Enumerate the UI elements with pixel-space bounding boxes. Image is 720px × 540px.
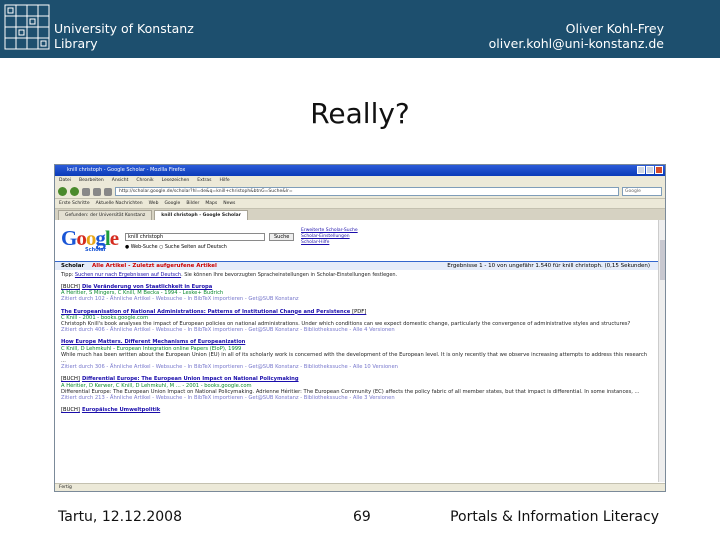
menu-item-file[interactable]: Datei: [59, 176, 71, 185]
result-tag: [BUCH]: [61, 376, 80, 383]
article-filter[interactable]: Alle Artikel - Zuletzt aufgerufene Artik…: [92, 263, 217, 269]
result-tag: [BUCH]: [61, 407, 80, 414]
result-links[interactable]: Zitiert durch 102 - Ähnliche Artikel - W…: [61, 296, 653, 302]
menu-item-help[interactable]: Hilfe: [219, 176, 229, 185]
list-item: The Europeanisation of National Administ…: [61, 309, 653, 334]
scholar-search-button[interactable]: Suche: [269, 233, 295, 241]
search-scope-options[interactable]: ● Web-Suche ○ Suche Seiten auf Deutsch: [125, 245, 227, 250]
menu-item-tools[interactable]: Extras: [197, 176, 211, 185]
back-icon[interactable]: [58, 187, 67, 196]
reload-icon[interactable]: [82, 187, 90, 196]
result-bar-label: Scholar: [61, 263, 85, 269]
forward-icon[interactable]: [70, 187, 79, 196]
browser-titlebar: knill christoph - Google Scholar - Mozil…: [55, 165, 665, 176]
tab-university[interactable]: Gefunden: der Universität Konstanz: [58, 210, 153, 220]
result-links[interactable]: Zitiert durch 306 - Ähnliche Artikel - W…: [61, 364, 653, 370]
page-content: Google Scholar knill christoph Suche ● W…: [55, 220, 665, 482]
university-line-1: University of Konstanz: [54, 21, 194, 36]
browser-screenshot: knill christoph - Google Scholar - Mozil…: [54, 164, 666, 492]
menu-item-edit[interactable]: Bearbeiten: [79, 176, 104, 185]
minimize-icon[interactable]: [637, 166, 645, 174]
bookmark-item[interactable]: News: [223, 199, 235, 208]
tip-text: . Sie können Ihre bevorzugten Spracheins…: [181, 272, 398, 278]
page-scrollbar[interactable]: [658, 220, 665, 482]
header-band: University of Konstanz Library Oliver Ko…: [0, 0, 720, 58]
footer-course-title: Portals & Information Literacy: [450, 509, 659, 525]
browser-tabs: Gefunden: der Universität Konstanz knill…: [55, 209, 665, 220]
result-tag: [PDF]: [352, 308, 367, 315]
list-item: [BUCH] Differential Europe: The European …: [61, 376, 653, 401]
window-buttons: [637, 166, 663, 174]
scrollbar-thumb[interactable]: [660, 240, 665, 280]
scholar-logo-label: Scholar: [85, 247, 107, 253]
list-item: How Europe Matters. Different Mechanisms…: [61, 339, 653, 370]
scholar-help-link[interactable]: Scholar-Hilfe: [301, 240, 358, 246]
url-bar[interactable]: http://scholar.google.de/scholar?hl=de&q…: [115, 187, 619, 196]
result-links[interactable]: Zitiert durch 406 - Ähnliche Artikel - W…: [61, 327, 653, 333]
slide-title: Really?: [310, 97, 410, 130]
author-email: oliver.kohl@uni-konstanz.de: [488, 36, 664, 51]
bookmark-item[interactable]: Maps: [205, 199, 217, 208]
menu-item-view[interactable]: Ansicht: [112, 176, 129, 185]
result-snippet: While much has been written about the Eu…: [61, 351, 648, 365]
stop-icon[interactable]: [93, 187, 101, 196]
bookmark-item[interactable]: Bilder: [186, 199, 199, 208]
home-icon[interactable]: [104, 187, 112, 196]
author-info: Oliver Kohl-Frey oliver.kohl@uni-konstan…: [489, 21, 664, 51]
result-bar: Scholar Alle Artikel - Zuletzt aufgerufe…: [55, 261, 660, 270]
list-item: [BUCH] Die Veränderung von Staatlichkeit …: [61, 284, 653, 303]
bookmark-item[interactable]: Aktuelle Nachrichten: [96, 199, 143, 208]
university-line-2: Library: [54, 36, 98, 51]
language-tip: Tipp: Suchen nur nach Ergebnissen auf De…: [61, 272, 397, 278]
menu-item-history[interactable]: Chronik: [136, 176, 153, 185]
bookmark-item[interactable]: Google: [164, 199, 180, 208]
close-icon[interactable]: [655, 166, 663, 174]
bookmark-item[interactable]: Erste Schritte: [59, 199, 90, 208]
result-title[interactable]: [BUCH] Europäische Umweltpolitik: [61, 407, 653, 413]
browser-search-box[interactable]: Google: [622, 187, 662, 196]
bookmarks-bar: Erste Schritte Aktuelle Nachrichten Web …: [55, 199, 665, 209]
tip-link[interactable]: Suchen nur nach Ergebnissen auf Deutsch: [75, 272, 181, 278]
bookmark-item[interactable]: Web: [149, 199, 159, 208]
page-number: 69: [353, 509, 371, 525]
status-bar: Fertig: [55, 483, 665, 491]
result-count: Ergebnisse 1 - 10 von ungefähr 1.540 für…: [447, 263, 650, 269]
author-name: Oliver Kohl-Frey: [565, 21, 664, 36]
maximize-icon[interactable]: [646, 166, 654, 174]
menu-item-bookmarks[interactable]: Lesezeichen: [162, 176, 190, 185]
list-item: [BUCH] Europäische Umweltpolitik: [61, 407, 653, 413]
university-logo-icon: [4, 4, 50, 50]
tip-prefix: Tipp:: [61, 272, 74, 278]
university-name: University of Konstanz Library: [54, 21, 194, 51]
menu-bar: Datei Bearbeiten Ansicht Chronik Lesezei…: [55, 176, 665, 185]
scholar-links: Erweiterte Scholar-Suche Scholar-Einstel…: [301, 228, 358, 246]
window-title: knill christoph - Google Scholar - Mozil…: [67, 167, 186, 173]
scholar-search-input[interactable]: knill christoph: [125, 233, 265, 241]
footer-date: Tartu, 12.12.2008: [58, 509, 182, 525]
result-links[interactable]: Zitiert durch 213 - Ähnliche Artikel - W…: [61, 395, 653, 401]
tab-google-scholar[interactable]: knill christoph - Google Scholar: [154, 210, 248, 220]
result-list: [BUCH] Die Veränderung von Staatlichkeit …: [61, 284, 653, 419]
navigation-toolbar: http://scholar.google.de/scholar?hl=de&q…: [55, 185, 665, 199]
